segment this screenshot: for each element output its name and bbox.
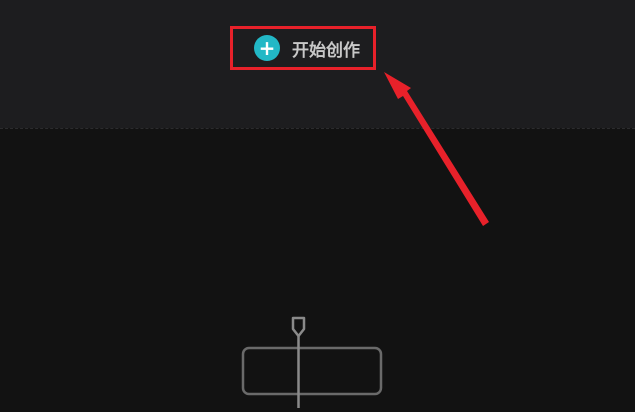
timeline-panel [0,129,635,412]
plus-icon: + [254,35,280,61]
start-creation-button[interactable]: + 开始创作 [254,34,360,62]
top-panel [0,0,635,128]
start-creation-label: 开始创作 [292,40,360,61]
editor-screen: + 开始创作 [0,0,635,412]
